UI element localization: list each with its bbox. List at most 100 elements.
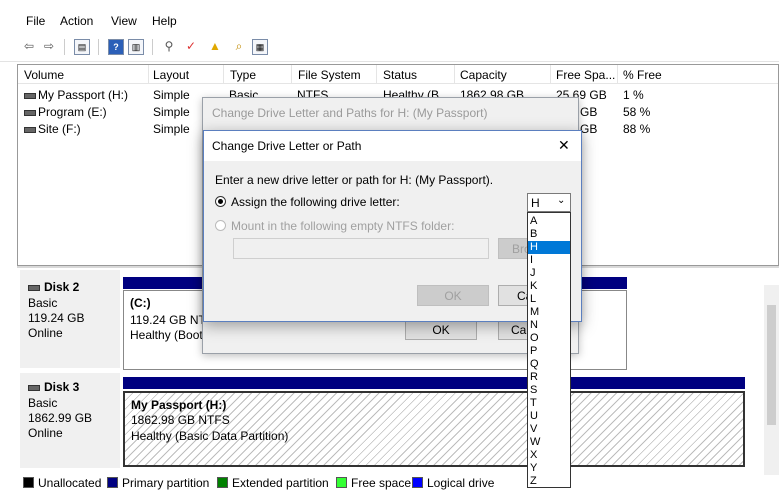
letter-option[interactable]: V	[528, 423, 570, 436]
letter-option[interactable]: Q	[528, 358, 570, 371]
volume-layout: Simple	[153, 105, 190, 119]
volume-free: GB	[580, 105, 598, 119]
folder-path-input[interactable]	[233, 238, 489, 259]
partition-title: (C:)	[130, 296, 151, 310]
disk-kind: Basic	[28, 396, 58, 410]
assign-letter-label[interactable]: Assign the following drive letter:	[231, 195, 400, 209]
ok-button[interactable]: OK	[417, 285, 489, 306]
scrollbar-thumb[interactable]	[767, 305, 776, 425]
menu-action[interactable]: Action	[60, 14, 93, 28]
dialog-title: Change Drive Letter or Path	[212, 139, 362, 153]
help-icon[interactable]: ?	[108, 39, 124, 55]
letter-option[interactable]: M	[528, 306, 570, 319]
column-divider	[223, 65, 224, 83]
letter-option[interactable]: K	[528, 280, 570, 293]
legend-swatch-free	[336, 477, 347, 488]
back-arrow-icon[interactable]: ⇦	[20, 37, 38, 55]
forward-arrow-icon[interactable]: ⇨	[40, 37, 58, 55]
letter-option[interactable]: U	[528, 410, 570, 423]
letter-option[interactable]: B	[528, 228, 570, 241]
folder-search-icon[interactable]: ⌕	[230, 37, 248, 55]
column-type[interactable]: Type	[230, 68, 256, 82]
letter-option[interactable]: N	[528, 319, 570, 332]
volume-name: Site (F:)	[38, 122, 81, 136]
check-icon[interactable]: ✓	[182, 37, 200, 55]
column-file-system[interactable]: File System	[298, 68, 361, 82]
menu-help[interactable]: Help	[152, 14, 177, 28]
legend-label: Free space	[351, 476, 412, 490]
legend-swatch-logical	[412, 477, 423, 488]
assign-letter-radio[interactable]	[215, 196, 226, 207]
column-divider	[454, 65, 455, 83]
disk-size: 119.24 GB	[28, 311, 85, 325]
column-divider	[376, 65, 377, 83]
partition-h[interactable]: My Passport (H:) 1862.98 GB NTFS Healthy…	[123, 391, 745, 467]
mount-folder-label[interactable]: Mount in the following empty NTFS folder…	[231, 219, 454, 233]
letter-option[interactable]: I	[528, 254, 570, 267]
volume-pct-free: 58 %	[623, 105, 651, 119]
letter-option[interactable]: L	[528, 293, 570, 306]
menu-view[interactable]: View	[111, 14, 137, 28]
disk-scrollbar[interactable]	[764, 285, 779, 475]
letter-option[interactable]: R	[528, 371, 570, 384]
column-layout[interactable]: Layout	[153, 68, 189, 82]
letter-option[interactable]: J	[528, 267, 570, 280]
partition-title: My Passport (H:)	[131, 398, 227, 412]
disk-kind: Basic	[28, 296, 58, 310]
legend-label: Extended partition	[232, 476, 329, 490]
column-divider	[617, 65, 618, 83]
letter-option[interactable]: Y	[528, 462, 570, 475]
dialog-instruction: Enter a new drive letter or path for H: …	[215, 173, 494, 187]
partition-bar	[123, 377, 745, 389]
column-status[interactable]: Status	[383, 68, 417, 82]
close-icon[interactable]: ✕	[558, 137, 570, 154]
mount-folder-radio[interactable]	[215, 220, 226, 231]
toolbar-separator	[98, 39, 99, 55]
legend-swatch-primary	[107, 477, 118, 488]
menu-file[interactable]: File	[26, 14, 45, 28]
letter-option-selected[interactable]: H	[528, 241, 570, 254]
letter-option[interactable]: Z	[528, 475, 570, 488]
drive-letter-list: A B H I J K L M N O P Q R S T U V W X Y …	[527, 212, 571, 488]
volume-list-header: Volume Layout Type File System Status Ca…	[18, 65, 778, 84]
partition-status: Healthy (Basic Data Partition)	[131, 429, 289, 443]
column-divider	[550, 65, 551, 83]
letter-option[interactable]: T	[528, 397, 570, 410]
letter-option[interactable]: X	[528, 449, 570, 462]
disk-row-3: Disk 3 Basic 1862.99 GB Online My Passpo…	[20, 373, 764, 470]
disk-state: Online	[28, 426, 63, 440]
disk-info[interactable]: Disk 3 Basic 1862.99 GB Online	[20, 373, 120, 468]
menu-bar: File Action View Help	[0, 10, 779, 32]
letter-option[interactable]: O	[528, 332, 570, 345]
details-icon[interactable]: ▦	[252, 39, 268, 55]
paths-ok-button[interactable]: OK	[405, 319, 477, 340]
disk-name: Disk 3	[28, 380, 79, 394]
volume-layout: Simple	[153, 88, 190, 102]
letter-option[interactable]: P	[528, 345, 570, 358]
letter-option[interactable]: S	[528, 384, 570, 397]
column-capacity[interactable]: Capacity	[460, 68, 507, 82]
disk-name: Disk 2	[28, 280, 79, 294]
legend-swatch-extended	[217, 477, 228, 488]
legend-swatch-unallocated	[23, 477, 34, 488]
letter-option[interactable]: W	[528, 436, 570, 449]
disk-info[interactable]: Disk 2 Basic 119.24 GB Online	[20, 270, 120, 368]
column-volume[interactable]: Volume	[24, 68, 64, 82]
legend-label: Logical drive	[427, 476, 495, 490]
volume-name: My Passport (H:)	[38, 88, 129, 102]
partition-size: 1862.98 GB NTFS	[131, 413, 230, 427]
column-divider	[291, 65, 292, 83]
volume-name: Program (E:)	[38, 105, 107, 119]
properties-icon[interactable]: ▥	[128, 39, 144, 55]
folder-up-icon[interactable]: ▲	[206, 37, 224, 55]
connect-icon[interactable]: ⚲	[160, 37, 178, 55]
partition-size: 119.24 GB NTF	[130, 313, 214, 327]
drive-letter-select[interactable]: H ⌄	[527, 193, 571, 212]
column-free-space[interactable]: Free Spa...	[556, 68, 615, 82]
toolbar-separator	[152, 39, 153, 55]
volume-pct-free: 88 %	[623, 122, 651, 136]
column-percent-free[interactable]: % Free	[623, 68, 662, 82]
window-titlebar	[0, 0, 779, 10]
letter-option[interactable]: A	[528, 215, 570, 228]
list-view-icon[interactable]: ▤	[74, 39, 90, 55]
